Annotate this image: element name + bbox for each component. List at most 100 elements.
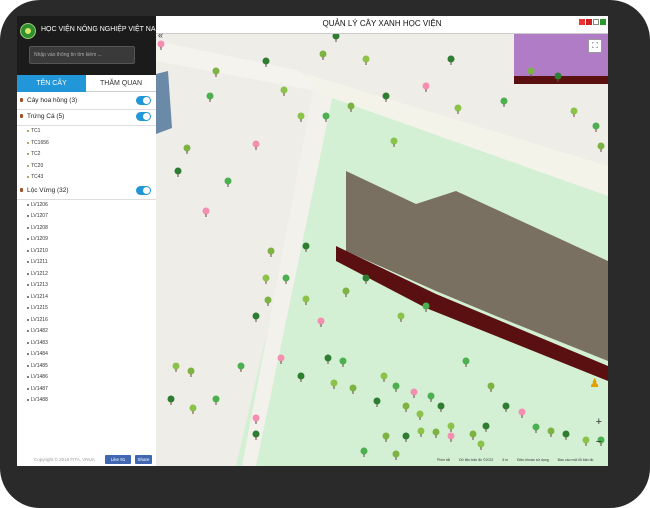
tree-item[interactable]: LV1206: [17, 200, 156, 212]
tree-marker-icon[interactable]: [416, 410, 424, 418]
tree-marker-icon[interactable]: [302, 242, 310, 250]
like-button[interactable]: Like 91: [105, 455, 131, 464]
tree-item[interactable]: LV1482: [17, 326, 156, 338]
tree-marker-icon[interactable]: [212, 395, 220, 403]
tree-item[interactable]: LV1210: [17, 246, 156, 258]
language-icon[interactable]: [586, 19, 592, 25]
shortcuts-link[interactable]: Phím tắt: [437, 458, 450, 462]
tree-marker-icon[interactable]: [417, 427, 425, 435]
tree-marker-icon[interactable]: [167, 395, 175, 403]
tree-marker-icon[interactable]: [277, 354, 285, 362]
tree-marker-icon[interactable]: [532, 423, 540, 431]
tree-marker-icon[interactable]: [502, 402, 510, 410]
tree-group[interactable]: Cây hoa hồng (3): [17, 94, 156, 110]
tree-item[interactable]: TC43: [17, 172, 156, 184]
tree-marker-icon[interactable]: [183, 144, 191, 152]
tab-tree-names[interactable]: TÊN CÂY: [17, 75, 86, 92]
tree-marker-icon[interactable]: [382, 432, 390, 440]
tree-marker-icon[interactable]: [172, 362, 180, 370]
tree-marker-icon[interactable]: [392, 450, 400, 458]
tree-marker-icon[interactable]: [212, 67, 220, 75]
zoom-out-icon[interactable]: −: [596, 432, 602, 452]
tree-marker-icon[interactable]: [282, 274, 290, 282]
tree-marker-icon[interactable]: [437, 402, 445, 410]
tree-group[interactable]: Trứng Cá (5): [17, 110, 156, 126]
tree-marker-icon[interactable]: [362, 55, 370, 63]
tree-marker-icon[interactable]: [592, 122, 600, 130]
tree-marker-icon[interactable]: [462, 357, 470, 365]
tree-marker-icon[interactable]: [262, 274, 270, 282]
tree-item[interactable]: LV1213: [17, 280, 156, 292]
tree-marker-icon[interactable]: [280, 86, 288, 94]
group-visibility-toggle[interactable]: [136, 96, 151, 105]
tree-marker-icon[interactable]: [252, 430, 260, 438]
tree-marker-icon[interactable]: [189, 404, 197, 412]
tree-marker-icon[interactable]: [319, 50, 327, 58]
tree-marker-icon[interactable]: [237, 362, 245, 370]
tree-marker-icon[interactable]: [422, 82, 430, 90]
tree-marker-icon[interactable]: [392, 382, 400, 390]
tree-marker-icon[interactable]: [297, 112, 305, 120]
tree-item[interactable]: LV1487: [17, 384, 156, 396]
tree-marker-icon[interactable]: [397, 312, 405, 320]
tree-marker-icon[interactable]: [252, 140, 260, 148]
tree-marker-icon[interactable]: [597, 142, 605, 150]
tree-marker-icon[interactable]: [202, 207, 210, 215]
tree-marker-icon[interactable]: [330, 379, 338, 387]
tree-item[interactable]: TC2: [17, 149, 156, 161]
tree-marker-icon[interactable]: [410, 388, 418, 396]
tree-item[interactable]: LV1212: [17, 269, 156, 281]
tree-marker-icon[interactable]: [267, 247, 275, 255]
collapse-sidebar-icon[interactable]: «: [158, 30, 163, 40]
terms-link[interactable]: Điều khoản sử dụng: [517, 458, 549, 462]
tree-marker-icon[interactable]: [518, 408, 526, 416]
tree-marker-icon[interactable]: [454, 104, 462, 112]
tree-item[interactable]: LV1207: [17, 211, 156, 223]
tree-item[interactable]: TC1656: [17, 138, 156, 150]
tab-tour[interactable]: THĂM QUAN: [86, 75, 156, 92]
exit-icon[interactable]: [600, 19, 606, 25]
tree-marker-icon[interactable]: [206, 92, 214, 100]
tree-marker-icon[interactable]: [362, 274, 370, 282]
tree-item[interactable]: LV1484: [17, 349, 156, 361]
group-visibility-toggle[interactable]: [136, 185, 151, 195]
tree-marker-icon[interactable]: [347, 102, 355, 110]
tree-item[interactable]: LV1211: [17, 257, 156, 269]
tree-marker-icon[interactable]: [264, 296, 272, 304]
tree-marker-icon[interactable]: [342, 287, 350, 295]
tree-marker-icon[interactable]: [570, 107, 578, 115]
tree-marker-icon[interactable]: [447, 432, 455, 440]
tree-item[interactable]: LV1216: [17, 315, 156, 327]
search-input[interactable]: [29, 46, 135, 64]
fullscreen-icon[interactable]: ⛶: [588, 39, 602, 53]
tree-marker-icon[interactable]: [252, 312, 260, 320]
tree-marker-icon[interactable]: [402, 432, 410, 440]
tree-marker-icon[interactable]: [360, 447, 368, 455]
tree-item[interactable]: LV1485: [17, 361, 156, 373]
tree-marker-icon[interactable]: [224, 177, 232, 185]
tree-item[interactable]: TC20: [17, 161, 156, 173]
tree-item[interactable]: LV1486: [17, 372, 156, 384]
tree-marker-icon[interactable]: [482, 422, 490, 430]
tree-marker-icon[interactable]: [174, 167, 182, 175]
tree-item[interactable]: LV1214: [17, 292, 156, 304]
tree-marker-icon[interactable]: [477, 440, 485, 448]
tree-item[interactable]: TC1: [17, 126, 156, 138]
tree-marker-icon[interactable]: [339, 357, 347, 365]
tree-group[interactable]: Lộc Vừng (32): [17, 184, 156, 200]
tree-marker-icon[interactable]: [322, 112, 330, 120]
tree-marker-icon[interactable]: [317, 317, 325, 325]
tree-marker-icon[interactable]: [547, 427, 555, 435]
tree-marker-icon[interactable]: [302, 295, 310, 303]
tree-marker-icon[interactable]: [422, 302, 430, 310]
tree-marker-icon[interactable]: [262, 57, 270, 65]
tree-marker-icon[interactable]: [380, 372, 388, 380]
map-canvas[interactable]: [156, 16, 608, 466]
tree-marker-icon[interactable]: [554, 72, 562, 80]
tree-marker-icon[interactable]: [500, 97, 508, 105]
tree-marker-icon[interactable]: [447, 55, 455, 63]
tree-marker-icon[interactable]: [562, 430, 570, 438]
share-button[interactable]: Share: [135, 455, 152, 464]
group-visibility-toggle[interactable]: [136, 112, 151, 121]
tree-item[interactable]: LV1488: [17, 395, 156, 407]
